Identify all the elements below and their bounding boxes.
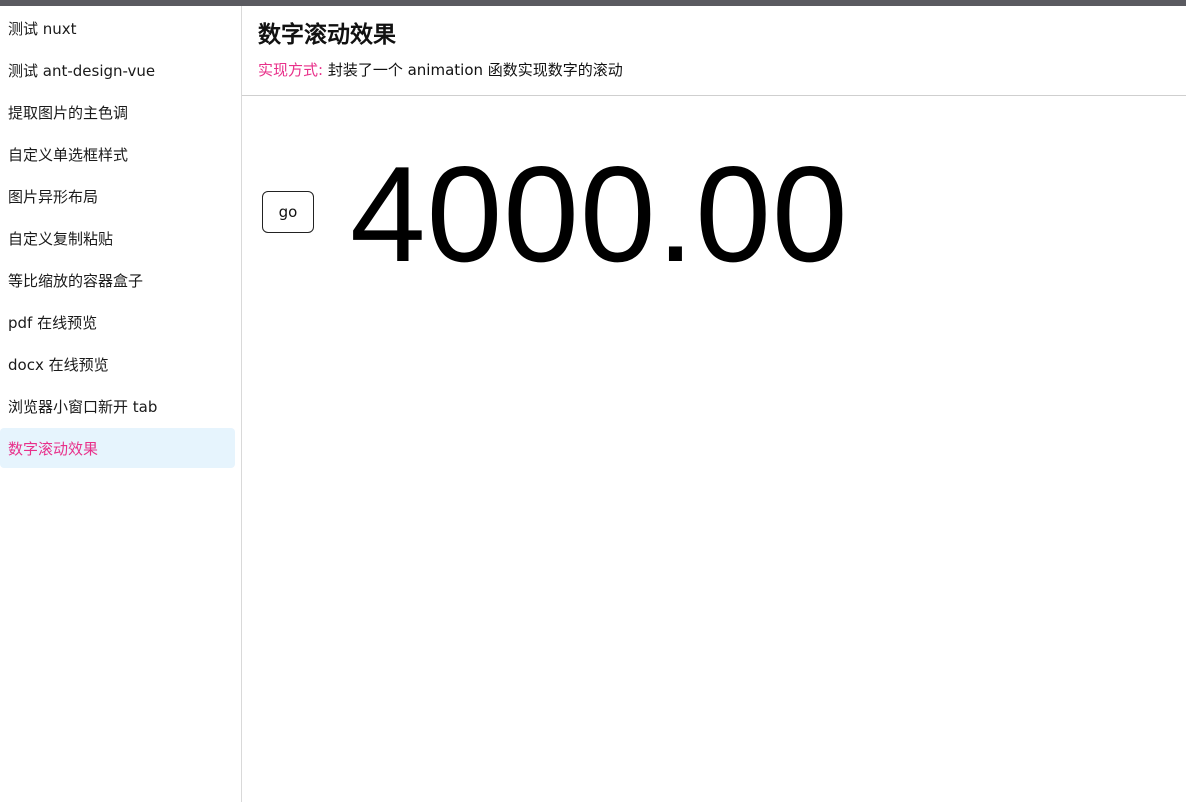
sidebar-item-image-main-color[interactable]: 提取图片的主色调 <box>0 92 235 132</box>
sidebar-item-test-nuxt[interactable]: 测试 nuxt <box>0 8 235 48</box>
sidebar-item-number-scroll[interactable]: 数字滚动效果 <box>0 428 235 468</box>
description-label: 实现方式: <box>258 61 324 79</box>
sidebar-item-custom-copy-paste[interactable]: 自定义复制粘贴 <box>0 218 235 258</box>
sidebar-item-label: 数字滚动效果 <box>8 439 99 458</box>
sidebar-item-label: docx 在线预览 <box>8 355 109 374</box>
sidebar-item-label: 提取图片的主色调 <box>8 103 129 122</box>
animated-number: 4000.00 <box>350 138 849 290</box>
demo-area: go 4000.00 <box>242 96 1186 801</box>
sidebar-item-small-window-tab[interactable]: 浏览器小窗口新开 tab <box>0 386 235 426</box>
sidebar-nav: 测试 nuxt 测试 ant-design-vue 提取图片的主色调 自定义单选… <box>0 6 241 468</box>
sidebar-item-label: pdf 在线预览 <box>8 313 98 332</box>
sidebar-item-docx-preview[interactable]: docx 在线预览 <box>0 344 235 384</box>
sidebar-item-label: 测试 ant-design-vue <box>8 61 156 80</box>
go-button[interactable]: go <box>262 191 314 233</box>
sidebar-item-pdf-preview[interactable]: pdf 在线预览 <box>0 302 235 342</box>
sidebar-item-label: 等比缩放的容器盒子 <box>8 271 144 290</box>
page-description: 实现方式: 封装了一个 animation 函数实现数字的滚动 <box>258 60 1186 80</box>
sidebar-item-test-ant-design-vue[interactable]: 测试 ant-design-vue <box>0 50 235 90</box>
sidebar-item-label: 自定义单选框样式 <box>8 145 129 164</box>
sidebar-item-label: 图片异形布局 <box>8 187 99 206</box>
sidebar-item-label: 自定义复制粘贴 <box>8 229 114 248</box>
description-text: 封装了一个 animation 函数实现数字的滚动 <box>327 61 623 79</box>
sidebar-item-image-irregular-layout[interactable]: 图片异形布局 <box>0 176 235 216</box>
page-title: 数字滚动效果 <box>258 22 396 48</box>
sidebar-item-custom-radio[interactable]: 自定义单选框样式 <box>0 134 235 174</box>
sidebar-item-label: 测试 nuxt <box>8 19 77 38</box>
sidebar: 测试 nuxt 测试 ant-design-vue 提取图片的主色调 自定义单选… <box>0 6 242 802</box>
sidebar-item-label: 浏览器小窗口新开 tab <box>8 397 158 416</box>
main-content: 数字滚动效果 实现方式: 封装了一个 animation 函数实现数字的滚动 g… <box>242 6 1186 802</box>
sidebar-item-scale-container[interactable]: 等比缩放的容器盒子 <box>0 260 235 300</box>
page-header: 数字滚动效果 实现方式: 封装了一个 animation 函数实现数字的滚动 <box>242 6 1186 96</box>
